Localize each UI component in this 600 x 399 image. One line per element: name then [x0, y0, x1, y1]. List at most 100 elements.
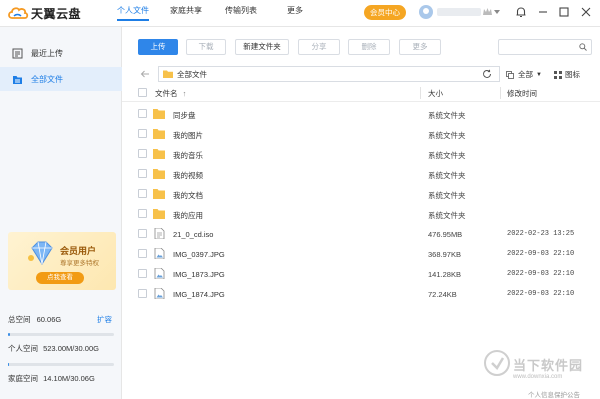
folder-icon	[153, 129, 165, 139]
row-checkbox[interactable]	[138, 189, 147, 198]
row-checkbox[interactable]	[138, 129, 147, 138]
grid-view-icon	[554, 70, 562, 79]
chevron-down-icon: ▼	[536, 71, 542, 78]
search-input[interactable]	[499, 40, 577, 54]
back-arrow-icon[interactable]	[140, 69, 150, 79]
column-header-modified[interactable]: 修改时间	[507, 88, 537, 99]
vip-promo-card[interactable]: 会员用户 尊享更多特权 点我查看	[8, 232, 116, 290]
table-row[interactable]: 我的音乐 系统文件夹	[122, 144, 600, 164]
expand-storage-link[interactable]: 扩容	[97, 314, 112, 325]
download-button[interactable]: 下载	[186, 39, 226, 55]
select-all-checkbox[interactable]	[138, 88, 147, 97]
bell-icon[interactable]	[514, 5, 528, 19]
upload-button[interactable]: 上传	[138, 39, 178, 55]
filter-label: 全部	[518, 70, 533, 79]
row-checkbox[interactable]	[138, 149, 147, 158]
table-row[interactable]: 21_0_cd.iso 476.95MB 2022-02-23 13:25	[122, 224, 600, 244]
file-name[interactable]: 我的文档	[173, 190, 203, 201]
nav-tab-transfer-list[interactable]: 传输列表	[225, 5, 257, 16]
folder-icon	[153, 189, 165, 199]
privacy-notice-link[interactable]: 个人信息保护公告	[528, 389, 580, 399]
file-name[interactable]: 我的应用	[173, 210, 203, 221]
file-name[interactable]: IMG_1874.JPG	[173, 290, 225, 299]
file-name[interactable]: 21_0_cd.iso	[173, 230, 213, 239]
table-row[interactable]: IMG_1874.JPG 72.24KB 2022-09-03 22:10	[122, 284, 600, 304]
personal-storage-bar	[8, 333, 114, 336]
nav-tab-family-share[interactable]: 家庭共享	[170, 5, 202, 16]
column-header-name[interactable]: 文件名 ↑	[155, 88, 186, 99]
filter-dropdown[interactable]: 全部 ▼	[506, 69, 542, 80]
sidebar-item-label: 最近上传	[31, 48, 63, 58]
vip-card-subtitle: 尊享更多特权	[60, 260, 99, 267]
file-modified-date: 2022-09-03 22:10	[507, 270, 575, 278]
nav-tab-more[interactable]: 更多	[287, 5, 303, 16]
file-size: 系统文件夹	[428, 151, 466, 160]
share-button[interactable]: 分享	[298, 39, 340, 55]
minimize-icon[interactable]	[536, 5, 550, 19]
personal-storage-value: 523.00M/30.00G	[43, 344, 99, 353]
column-divider[interactable]	[420, 87, 421, 99]
vip-center-button[interactable]: 会员中心	[364, 5, 406, 20]
refresh-icon[interactable]	[482, 69, 492, 79]
sidebar: 最近上传 全部文件 会员用户 尊享更多特权 点我查看 总空间 60.06G 扩容…	[0, 27, 122, 399]
family-storage-bar	[8, 363, 114, 366]
row-checkbox[interactable]	[138, 289, 147, 298]
image-file-icon	[154, 248, 165, 259]
family-storage: 家庭空间 14.10M/30.06G	[8, 373, 95, 384]
delete-button[interactable]: 删除	[348, 39, 390, 55]
watermark-brand: 当下软件园	[513, 358, 584, 373]
new-folder-button[interactable]: 新建文件夹	[235, 39, 289, 55]
file-name[interactable]: 同步盘	[173, 110, 196, 121]
current-path: 全部文件	[177, 69, 207, 79]
table-row[interactable]: 我的应用 系统文件夹	[122, 204, 600, 224]
search-icon[interactable]	[579, 43, 587, 51]
image-file-icon	[154, 268, 165, 279]
diamond-icon	[28, 241, 53, 265]
file-name[interactable]: 我的视频	[173, 170, 203, 181]
chevron-down-icon[interactable]	[494, 10, 500, 14]
more-button[interactable]: 更多	[399, 39, 441, 55]
row-checkbox[interactable]	[138, 229, 147, 238]
file-size: 系统文件夹	[428, 111, 466, 120]
nav-tab-personal-files[interactable]: 个人文件	[117, 5, 149, 21]
personal-storage-label: 个人空间	[8, 344, 38, 353]
file-name[interactable]: IMG_0397.JPG	[173, 250, 225, 259]
file-size: 系统文件夹	[428, 191, 466, 200]
total-storage-label: 总空间	[8, 315, 31, 324]
file-name[interactable]: 我的图片	[173, 130, 203, 141]
search-box[interactable]	[498, 39, 592, 55]
close-icon[interactable]	[579, 5, 593, 19]
sidebar-item-label: 全部文件	[31, 74, 63, 84]
vip-card-button[interactable]: 点我查看	[36, 272, 84, 284]
username-redacted[interactable]	[437, 8, 481, 16]
table-row[interactable]: 我的视频 系统文件夹	[122, 164, 600, 184]
table-row[interactable]: IMG_0397.JPG 368.97KB 2022-09-03 22:10	[122, 244, 600, 264]
file-modified-date: 2022-02-23 13:25	[507, 230, 575, 238]
file-name[interactable]: IMG_1873.JPG	[173, 270, 225, 279]
path-input[interactable]: 全部文件	[158, 66, 500, 82]
table-row[interactable]: IMG_1873.JPG 141.28KB 2022-09-03 22:10	[122, 264, 600, 284]
watermark-url: www.downxia.com	[513, 374, 563, 380]
avatar[interactable]	[419, 5, 433, 19]
personal-storage: 个人空间 523.00M/30.00G	[8, 343, 99, 354]
file-size: 141.28KB	[428, 270, 461, 279]
column-divider[interactable]	[500, 87, 501, 99]
table-row[interactable]: 我的文档 系统文件夹	[122, 184, 600, 204]
folder-icon	[153, 169, 165, 179]
row-checkbox[interactable]	[138, 109, 147, 118]
maximize-icon[interactable]	[557, 5, 571, 19]
file-name[interactable]: 我的音乐	[173, 150, 203, 161]
row-checkbox[interactable]	[138, 169, 147, 178]
file-icon	[154, 228, 165, 239]
row-checkbox[interactable]	[138, 249, 147, 258]
table-row[interactable]: 我的图片 系统文件夹	[122, 124, 600, 144]
sidebar-item-recent-upload[interactable]: 最近上传	[0, 41, 122, 65]
view-mode-toggle[interactable]: 图标	[554, 69, 580, 80]
row-checkbox[interactable]	[138, 269, 147, 278]
row-checkbox[interactable]	[138, 209, 147, 218]
folder-icon	[153, 109, 165, 119]
file-size: 72.24KB	[428, 290, 457, 299]
sidebar-item-all-files[interactable]: 全部文件	[0, 67, 122, 91]
column-header-size[interactable]: 大小	[428, 88, 443, 99]
table-row[interactable]: 同步盘 系统文件夹	[122, 104, 600, 124]
